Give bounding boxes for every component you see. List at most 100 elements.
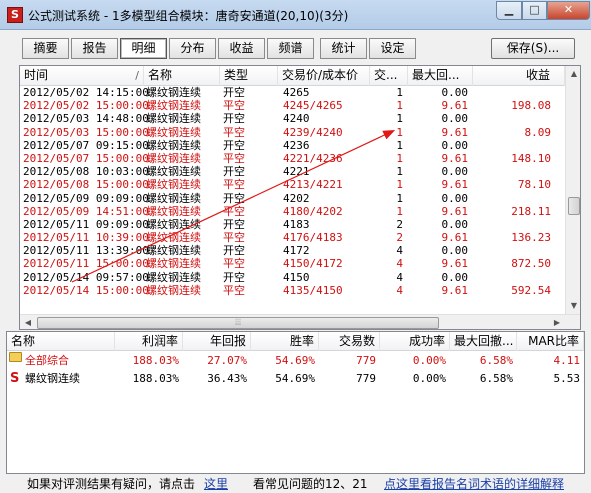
horizontal-scrollbar[interactable]: ◀ ⦙⦙⦙ ▶	[20, 314, 580, 329]
glossary-link[interactable]: 点这里看报告名词术语的详细解释	[384, 476, 564, 493]
table-row[interactable]: 2012/05/11 09:09:00 螺纹钢连续 开空 4183 2 0.00	[20, 218, 565, 231]
scroll-down-icon[interactable]: ▼	[566, 298, 580, 314]
table-row[interactable]: 2012/05/11 13:39:00 螺纹钢连续 开空 4172 4 0.00	[20, 244, 565, 257]
summary-row-total[interactable]: 全部综合 188.03% 27.07% 54.69% 779 0.00% 6.5…	[7, 352, 584, 369]
table-row[interactable]: 2012/05/07 15:00:00 螺纹钢连续 平空 4221/4236 1 9.61…	[20, 152, 565, 165]
cell-name: 螺纹钢连续	[146, 151, 201, 165]
cell-time: 2012/05/08 10:03:00	[23, 165, 149, 179]
vertical-scrollbar[interactable]: ▲ ▼	[565, 66, 580, 314]
cell-qty: 1	[396, 204, 403, 218]
table-row[interactable]: 2012/05/14 09:57:00 螺纹钢连续 开空 4150 4 0.00	[20, 271, 565, 284]
col-header-pnl[interactable]: 收益	[473, 66, 565, 86]
cell-max-drawdown: 0.00	[441, 112, 469, 126]
cell-time: 2012/05/07 09:15:00	[23, 138, 149, 152]
table-row[interactable]: 2012/05/08 10:03:00 螺纹钢连续 开空 4221 1 0.00	[20, 165, 565, 178]
faq-link[interactable]: 这里	[204, 476, 228, 493]
close-button[interactable]: ✕	[547, 1, 590, 20]
cell-price: 4236	[283, 138, 310, 152]
maximize-button[interactable]: □	[522, 1, 547, 20]
cell-max-drawdown: 0.00	[441, 217, 469, 231]
sum-col-max-drawdown[interactable]: 最大回撤...	[450, 332, 517, 351]
cell-price: 4172	[283, 244, 310, 258]
cell-max-drawdown: 9.61	[441, 151, 469, 165]
table-row[interactable]: 2012/05/09 14:51:00 螺纹钢连续 平空 4180/4202 1 9.61…	[20, 205, 565, 218]
vertical-scroll-thumb[interactable]	[568, 197, 580, 215]
cell-type: 开空	[223, 244, 245, 258]
cell-type: 开空	[223, 138, 245, 152]
tab-report[interactable]: 报告	[71, 38, 118, 59]
cell-type: 平空	[223, 204, 245, 218]
cell-price: 4213/4221	[283, 178, 343, 192]
table-row[interactable]: 2012/05/03 15:00:00 螺纹钢连续 平空 4239/4240 1 9.61…	[20, 126, 565, 139]
sum-col-mar-ratio[interactable]: MAR比率	[517, 332, 584, 351]
cell-name: 螺纹钢连续	[146, 244, 201, 258]
col-header-max-drawdown[interactable]: 最大回...	[408, 66, 473, 86]
col-header-qty[interactable]: 交...	[370, 66, 408, 86]
cell-qty: 1	[396, 178, 403, 192]
cell-price: 4240	[283, 112, 310, 126]
table-row[interactable]: 2012/05/14 15:00:00 螺纹钢连续 平空 4135/4150 4 9.61…	[20, 284, 565, 297]
sum-col-profit-rate[interactable]: 利润率	[115, 332, 183, 351]
cell-price: 4221	[283, 165, 310, 179]
tab-detail[interactable]: 明细	[120, 38, 167, 59]
cell-type: 开空	[223, 112, 245, 126]
main-frame: 摘要 报告 明细 分布 收益 频谱 统计 设定 保存(S)... 时间 / 名称…	[0, 30, 591, 493]
cell-max-drawdown: 0.00	[441, 86, 469, 99]
cell-time: 2012/05/03 14:48:00	[23, 112, 149, 126]
tab-distribution[interactable]: 分布	[169, 38, 216, 59]
table-row[interactable]: 2012/05/11 10:39:00 螺纹钢连续 平空 4176/4183 2 9.61…	[20, 231, 565, 244]
tab-spectrum[interactable]: 频谱	[267, 38, 314, 59]
cell-type: 平空	[223, 231, 245, 245]
cell-type: 平空	[223, 99, 245, 113]
col-header-price[interactable]: 交易价/成本价	[278, 66, 370, 86]
summary-row-rebar[interactable]: S 螺纹钢连续 188.03% 36.43% 54.69% 779 0.00% …	[7, 370, 584, 387]
table-row[interactable]: 2012/05/08 15:00:00 螺纹钢连续 平空 4213/4221 1 9.61…	[20, 178, 565, 191]
scroll-corner	[565, 315, 580, 329]
scroll-right-icon[interactable]: ▶	[549, 315, 565, 329]
cell-name: 螺纹钢连续	[146, 99, 201, 113]
tab-settings[interactable]: 设定	[369, 38, 416, 59]
cell-pnl: 8.09	[524, 125, 552, 139]
cell-price: 4183	[283, 217, 310, 231]
cell-pnl: 136.23	[511, 231, 551, 245]
scroll-up-icon[interactable]: ▲	[566, 66, 580, 82]
save-button[interactable]: 保存(S)...	[491, 38, 575, 59]
trade-detail-grid[interactable]: 时间 / 名称 类型 交易价/成本价 交... 最大回... 收益 2012/0…	[19, 65, 581, 330]
table-row[interactable]: 2012/05/09 09:09:00 螺纹钢连续 开空 4202 1 0.00	[20, 192, 565, 205]
tab-returns[interactable]: 收益	[218, 38, 265, 59]
cell-qty: 1	[396, 99, 403, 113]
cell-type: 平空	[223, 125, 245, 139]
summary-grid[interactable]: 名称 利润率 年回报 胜率 交易数 成功率 最大回撤... MAR比率 全部综合…	[6, 331, 585, 474]
col-header-time[interactable]: 时间 /	[20, 66, 144, 86]
sum-col-trades[interactable]: 交易数	[319, 332, 380, 351]
cell-qty: 4	[396, 257, 403, 271]
cell-pnl: 198.08	[511, 99, 551, 113]
cell-qty: 4	[396, 270, 403, 284]
cell-name: 螺纹钢连续	[146, 138, 201, 152]
cell-max-drawdown: 9.61	[441, 204, 469, 218]
sum-col-annual-return[interactable]: 年回报	[183, 332, 251, 351]
tab-summary[interactable]: 摘要	[22, 38, 69, 59]
sum-col-name[interactable]: 名称	[7, 332, 115, 351]
cell-max-drawdown: 9.61	[441, 231, 469, 245]
minimize-button[interactable]: ▁	[496, 1, 522, 20]
tab-statistics[interactable]: 统计	[320, 38, 367, 59]
table-row[interactable]: 2012/05/02 15:00:00 螺纹钢连续 平空 4245/4265 1 9.61…	[20, 99, 565, 112]
table-row[interactable]: 2012/05/03 14:48:00 螺纹钢连续 开空 4240 1 0.00	[20, 112, 565, 125]
cell-name: 螺纹钢连续	[146, 270, 201, 284]
col-header-name[interactable]: 名称	[144, 66, 220, 86]
table-row[interactable]: 2012/05/02 14:15:00 螺纹钢连续 开空 4265 1 0.00	[20, 86, 565, 99]
sum-col-win-rate[interactable]: 胜率	[251, 332, 319, 351]
cell-pnl: 148.10	[511, 151, 551, 165]
sum-col-success-rate[interactable]: 成功率	[380, 332, 450, 351]
sort-indicator-icon: /	[135, 69, 139, 82]
cell-price: 4180/4202	[283, 204, 343, 218]
table-row[interactable]: 2012/05/11 15:00:00 螺纹钢连续 平空 4150/4172 4 9.61…	[20, 257, 565, 270]
scroll-left-icon[interactable]: ◀	[20, 315, 36, 329]
cell-time: 2012/05/11 10:39:00	[23, 231, 149, 245]
cell-max-drawdown: 0.00	[441, 191, 469, 205]
table-row[interactable]: 2012/05/07 09:15:00 螺纹钢连续 开空 4236 1 0.00	[20, 139, 565, 152]
col-header-type[interactable]: 类型	[220, 66, 278, 86]
cell-max-drawdown: 9.61	[441, 99, 469, 113]
horizontal-scroll-thumb[interactable]: ⦙⦙⦙	[37, 317, 439, 329]
